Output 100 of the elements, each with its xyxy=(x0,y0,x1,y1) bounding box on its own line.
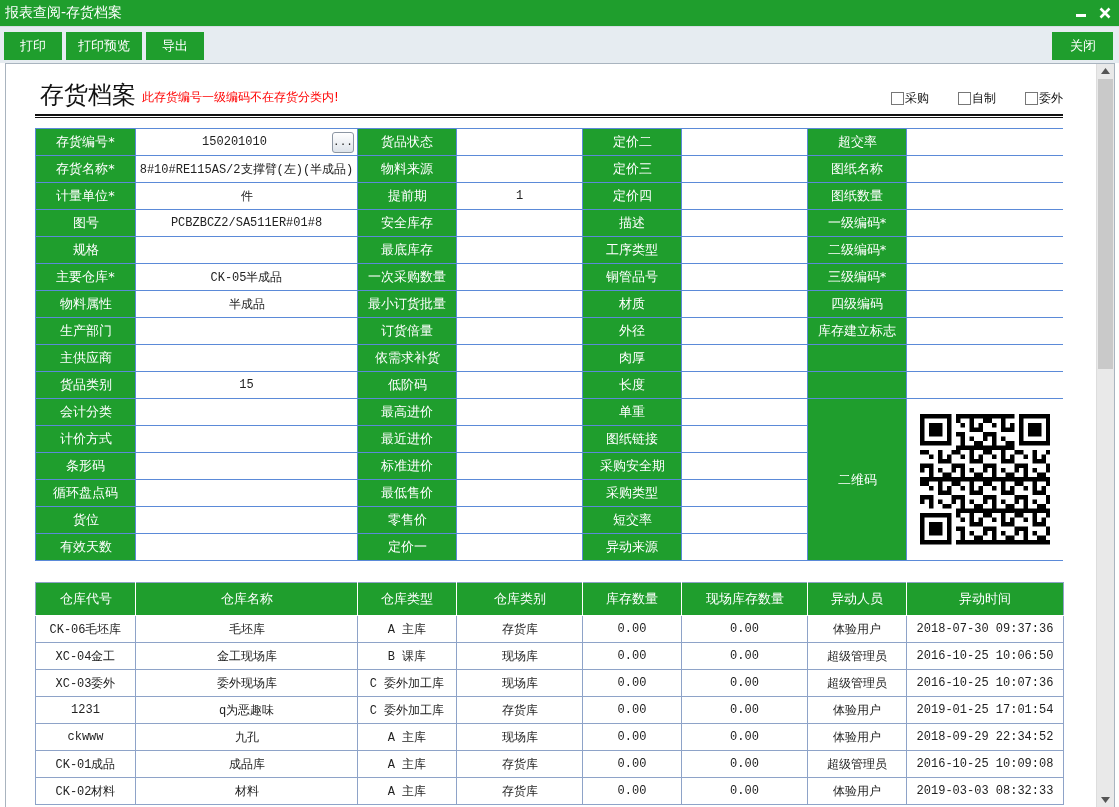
field-value: 150201010 xyxy=(201,135,268,149)
checkbox[interactable] xyxy=(1025,92,1038,105)
column-header[interactable]: 仓库类型 xyxy=(357,582,457,616)
field-label: 生产部门 xyxy=(36,318,135,344)
field-label: 铜管品号 xyxy=(583,264,681,290)
table-cell: 0.00 xyxy=(582,723,682,751)
table-cell: 2018-07-30 09:37:36 xyxy=(906,615,1064,643)
field-label: 提前期 xyxy=(358,183,456,209)
field-label: 一次采购数量 xyxy=(358,264,456,290)
column-header[interactable]: 仓库类别 xyxy=(456,582,583,616)
table-cell: 毛坯库 xyxy=(135,615,358,643)
field-value: 半成品 xyxy=(136,291,357,317)
field-label: 描述 xyxy=(583,210,681,236)
field-label: 货品类别 xyxy=(36,372,135,398)
table-cell: 0.00 xyxy=(582,696,682,724)
field-label: 肉厚 xyxy=(583,345,681,371)
field-label: 最底库存 xyxy=(358,237,456,263)
table-cell: 0.00 xyxy=(582,750,682,778)
field-label: 计量单位* xyxy=(36,183,135,209)
field-label: 物料来源 xyxy=(358,156,456,182)
field-label: 库存建立标志 xyxy=(808,318,906,344)
field-value: 件 xyxy=(136,183,357,209)
field-label: 主供应商 xyxy=(36,345,135,371)
table-cell: 委外现场库 xyxy=(135,669,358,697)
field-label: 最低售价 xyxy=(358,480,456,506)
toolbar-button[interactable]: 打印预览 xyxy=(66,32,142,60)
checkbox[interactable] xyxy=(891,92,904,105)
close-icon[interactable] xyxy=(1099,7,1111,19)
table-cell: 存货库 xyxy=(456,777,583,805)
field-value: 1 xyxy=(457,183,582,209)
table-cell: XC-03委外 xyxy=(35,669,136,697)
field-value: 15 xyxy=(136,372,357,398)
table-cell: 体验用户 xyxy=(807,777,907,805)
table-cell: 超级管理员 xyxy=(807,669,907,697)
page-title: 存货档案 xyxy=(40,80,136,110)
field-label: 货位 xyxy=(36,507,135,533)
table-cell: 0.00 xyxy=(681,669,808,697)
browse-button[interactable]: ... xyxy=(332,131,354,153)
table-cell: 0.00 xyxy=(681,642,808,670)
table-cell: B 课库 xyxy=(357,642,457,670)
table-cell: A 主库 xyxy=(357,750,457,778)
table-cell: 超级管理员 xyxy=(807,750,907,778)
field-label: 最小订货批量 xyxy=(358,291,456,317)
toolbar-button[interactable]: 打印 xyxy=(4,32,62,60)
table-cell: 0.00 xyxy=(681,723,808,751)
table-cell: 体验用户 xyxy=(807,615,907,643)
field-label: 短交率 xyxy=(583,507,681,533)
table-cell: 现场库 xyxy=(456,669,583,697)
table-cell: 0.00 xyxy=(582,642,682,670)
column-header[interactable]: 仓库代号 xyxy=(35,582,136,616)
table-cell: CK-06毛坯库 xyxy=(35,615,136,643)
field-label: 物料属性 xyxy=(36,291,135,317)
field-label: 外径 xyxy=(583,318,681,344)
table-cell: 2016-10-25 10:06:50 xyxy=(906,642,1064,670)
window-title: 报表查阅-存货档案 xyxy=(5,4,124,22)
field-label: 订货倍量 xyxy=(358,318,456,344)
field-label: 四级编码 xyxy=(808,291,906,317)
field-label: 定价三 xyxy=(583,156,681,182)
table-cell: 体验用户 xyxy=(807,723,907,751)
table-cell: CK-01成品 xyxy=(35,750,136,778)
table-cell: 2018-09-29 22:34:52 xyxy=(906,723,1064,751)
table-cell: 超级管理员 xyxy=(807,642,907,670)
close-button[interactable]: 关闭 xyxy=(1052,32,1113,60)
table-cell: A 主库 xyxy=(357,615,457,643)
field-label: 材质 xyxy=(583,291,681,317)
checkbox-label: 自制 xyxy=(972,90,996,107)
column-header[interactable]: 异动人员 xyxy=(807,582,907,616)
table-cell: CK-02材料 xyxy=(35,777,136,805)
table-cell: 0.00 xyxy=(681,777,808,805)
field-label: 长度 xyxy=(583,372,681,398)
scrollbar-thumb[interactable] xyxy=(1098,79,1113,369)
scroll-down-icon[interactable] xyxy=(1101,797,1110,803)
table-cell: 1231 xyxy=(35,696,136,724)
field-label: 采购安全期 xyxy=(583,453,681,479)
checkbox[interactable] xyxy=(958,92,971,105)
field-label: 定价一 xyxy=(358,534,456,560)
column-header[interactable]: 仓库名称 xyxy=(135,582,358,616)
column-header[interactable]: 现场库存数量 xyxy=(681,582,808,616)
table-cell: XC-04金工 xyxy=(35,642,136,670)
field-label: 二级编码* xyxy=(808,237,906,263)
table-cell: 2016-10-25 10:09:08 xyxy=(906,750,1064,778)
field-label: 图纸数量 xyxy=(808,183,906,209)
checkbox-label: 委外 xyxy=(1039,90,1063,107)
column-header[interactable]: 库存数量 xyxy=(582,582,682,616)
field-label: 条形码 xyxy=(36,453,135,479)
field-value: PCBZBCZ2/SA511ER#01#8 xyxy=(136,210,357,236)
field-label: 依需求补货 xyxy=(358,345,456,371)
table-cell: C 委外加工库 xyxy=(357,696,457,724)
table-cell: 0.00 xyxy=(582,615,682,643)
field-label: 零售价 xyxy=(358,507,456,533)
scrollbar[interactable] xyxy=(1096,64,1114,807)
scroll-up-icon[interactable] xyxy=(1101,68,1110,74)
field-label: 定价四 xyxy=(583,183,681,209)
table-cell: q为恶趣味 xyxy=(135,696,358,724)
table-cell: 0.00 xyxy=(582,777,682,805)
field-label: 单重 xyxy=(583,399,681,425)
table-cell: 存货库 xyxy=(456,696,583,724)
column-header[interactable]: 异动时间 xyxy=(906,582,1064,616)
field-label: 会计分类 xyxy=(36,399,135,425)
toolbar-button[interactable]: 导出 xyxy=(146,32,204,60)
